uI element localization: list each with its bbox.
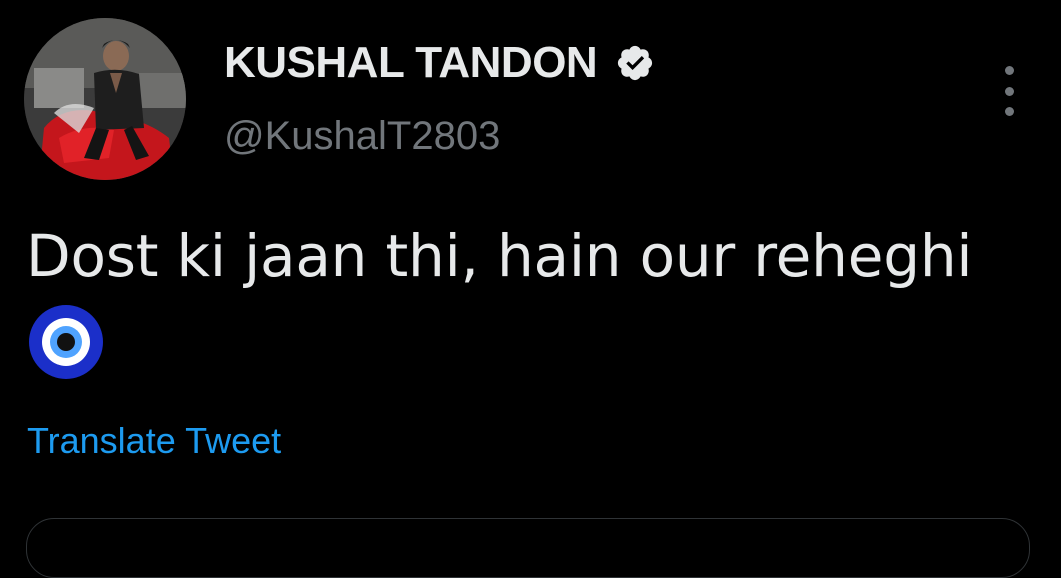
author-name-row[interactable]: KUSHAL TANDON	[224, 38, 655, 88]
translate-tweet-link[interactable]: Translate Tweet	[27, 420, 281, 462]
avatar-photo	[24, 18, 186, 180]
quote-card[interactable]	[26, 518, 1030, 578]
more-dot	[1004, 86, 1014, 96]
verified-badge-icon	[618, 45, 653, 81]
more-vertical-icon[interactable]	[996, 66, 1022, 116]
avatar[interactable]	[24, 18, 186, 180]
more-dot	[1004, 66, 1014, 75]
tweet-text: Dost ki jaan thi, hain our reheghi	[26, 222, 973, 290]
author-handle[interactable]: @KushalT2803	[224, 114, 500, 159]
more-dot	[1004, 107, 1014, 116]
nazar-amulet-icon	[29, 305, 103, 379]
author-display-name[interactable]: KUSHAL TANDON	[224, 38, 598, 88]
